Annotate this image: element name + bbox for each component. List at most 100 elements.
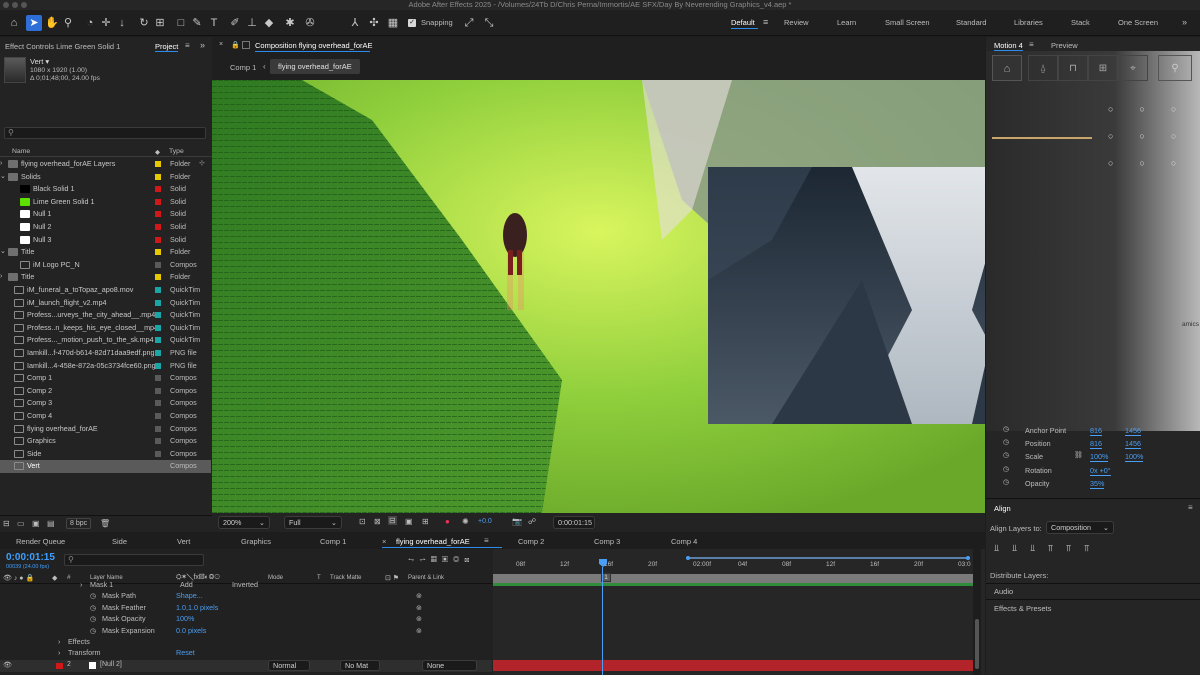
breadcrumb-current[interactable]: flying overhead_forAE <box>270 59 360 74</box>
puppet-pin-tool-icon[interactable]: ✇ <box>302 15 318 31</box>
project-item[interactable]: › Title Folder <box>0 271 211 284</box>
project-item[interactable]: ⌄ Solids Folder <box>0 171 211 184</box>
close-tab-icon[interactable]: × <box>219 41 223 48</box>
breadcrumb-comp-1[interactable]: Comp 1 <box>230 63 256 72</box>
property-row[interactable]: › Transform Reset <box>0 647 492 658</box>
property-value[interactable]: 35% <box>1090 479 1105 489</box>
project-item[interactable]: Comp 3 Compos <box>0 397 211 410</box>
property-value[interactable]: 1456 <box>1125 426 1141 436</box>
composition-viewer[interactable] <box>212 80 985 513</box>
project-item[interactable]: Profess..._motion_push_to_the_sk.mp4 Quic… <box>0 334 211 347</box>
track-matte-dropdown[interactable]: No Mat <box>340 660 380 671</box>
chevron-down-icon[interactable]: ⌄ <box>0 171 6 184</box>
work-area-bar[interactable] <box>493 574 973 583</box>
grid-icon[interactable]: ⊞ <box>1088 55 1118 81</box>
label-color-swatch[interactable] <box>155 450 161 457</box>
grid-guides-icon[interactable]: ⊞ <box>422 517 429 526</box>
workspace-one-screen[interactable]: One Screen <box>1118 18 1158 27</box>
pen-tool-icon[interactable]: ✎ <box>189 15 205 31</box>
pan-behind-tool-icon[interactable]: ⊞ <box>152 15 168 31</box>
property-value[interactable]: 100% <box>176 613 194 624</box>
timeline-tab[interactable]: Comp 3 <box>594 537 620 546</box>
timeline-tab[interactable]: Comp 1 <box>320 537 346 546</box>
parent-dropdown[interactable]: None <box>422 660 477 671</box>
hand-tool-icon[interactable]: ✋ <box>44 15 60 31</box>
label-color-swatch[interactable] <box>155 211 161 218</box>
label-color-swatch[interactable] <box>155 161 161 167</box>
project-item[interactable]: Null 2 Solid <box>0 221 211 234</box>
property-value[interactable]: Shape... <box>176 590 203 601</box>
stopwatch-icon[interactable]: ◷ <box>90 613 96 624</box>
stopwatch-icon[interactable]: ◷ <box>1003 465 1009 473</box>
timeline-tab[interactable]: flying overhead_forAE <box>396 537 470 546</box>
effects-presets-header[interactable]: Effects & Presets <box>994 604 1051 613</box>
workspace-standard[interactable]: Standard <box>956 18 986 27</box>
property-value[interactable]: 100% <box>1090 452 1109 463</box>
property-row[interactable]: ◷ Mask Path Shape... ⊚ <box>0 590 492 601</box>
panel-menu-icon[interactable]: ≡ <box>1029 40 1034 49</box>
layer-bar-null-2[interactable] <box>493 660 973 671</box>
stopwatch-icon[interactable]: ◷ <box>1003 438 1009 446</box>
workspace-learn[interactable]: Learn <box>837 18 856 27</box>
layer-name[interactable]: [Null 2] <box>100 661 122 668</box>
navigator-end-handle[interactable] <box>966 556 970 560</box>
anchor-grid[interactable]: ○○○ ○○○ ○○○ <box>1108 96 1200 177</box>
workspace-menu-icon[interactable]: ≡ <box>763 17 768 27</box>
label-color-swatch[interactable] <box>155 299 161 306</box>
snapping-checkbox[interactable]: ✓ <box>408 19 416 27</box>
panel-menu-icon[interactable]: ≡ <box>1188 503 1193 512</box>
pan-camera-icon[interactable]: ✛ <box>98 15 114 31</box>
interpret-footage-icon[interactable]: ⊟ <box>3 519 10 528</box>
flowchart-icon[interactable]: ⊹ <box>199 159 205 167</box>
navigator-range[interactable] <box>688 557 968 559</box>
property-row[interactable]: › Mask 1 Add Inverted <box>0 579 492 590</box>
label-color-swatch[interactable] <box>155 375 161 382</box>
type-tool-icon[interactable]: T <box>206 15 222 31</box>
label-color-swatch[interactable] <box>155 362 161 369</box>
snapshot-icon[interactable]: 📷 <box>512 517 522 526</box>
project-item[interactable]: Comp 2 Compos <box>0 385 211 398</box>
color-management-icon[interactable]: ✺ <box>462 517 469 526</box>
type-column-header[interactable]: Type <box>169 148 184 155</box>
label-color-swatch[interactable] <box>155 438 161 445</box>
tab-effect-controls[interactable]: Effect Controls Lime Green Solid 1 <box>5 42 120 51</box>
selection-tool-icon[interactable]: ➤ <box>26 15 42 31</box>
world-axis-icon[interactable]: ✣ <box>366 15 382 31</box>
timeline-timecode[interactable]: 0:00:01:15 <box>6 552 55 563</box>
name-column-header[interactable]: Name <box>12 148 30 155</box>
property-extra[interactable]: Inverted <box>232 579 258 590</box>
timeline-tab[interactable]: Graphics <box>241 537 271 546</box>
eraser-tool-icon[interactable]: ◆ <box>261 15 277 31</box>
stopwatch-icon[interactable]: ◷ <box>90 590 96 601</box>
project-item[interactable]: Comp 4 Compos <box>0 410 211 423</box>
minimize-window-icon[interactable] <box>12 2 18 8</box>
property-value[interactable]: 0.0 pixels <box>176 625 206 636</box>
time-ruler[interactable]: 08f 12f 16f 20f 02:00f 04f 08f 12f 16f 20f 03:0 <box>493 561 973 573</box>
property-value[interactable]: 100% <box>1125 452 1144 463</box>
fast-previews-icon[interactable]: ⊡ <box>359 517 366 526</box>
label-color-swatch[interactable] <box>155 387 161 394</box>
chevron-right-icon[interactable]: › <box>58 636 60 647</box>
project-item[interactable]: ⌄ Title Folder <box>0 246 211 259</box>
label-color-swatch[interactable] <box>155 224 161 230</box>
local-axis-icon[interactable]: ⅄ <box>347 15 363 31</box>
project-item[interactable]: Vert Compos <box>0 460 211 473</box>
expression-pickwhip-icon[interactable]: ⊚ <box>416 590 422 601</box>
timeline-search-input[interactable]: ⚲ <box>64 554 204 566</box>
project-item[interactable]: iM Logo PC_N Compos <box>0 259 211 272</box>
roto-brush-tool-icon[interactable]: ✱ <box>282 15 298 31</box>
align-buttons[interactable]: ⫫⫫⫫⫪⫪⫪ <box>994 543 1102 554</box>
label-color-swatch[interactable] <box>155 274 161 281</box>
label-color-swatch[interactable] <box>155 337 161 344</box>
chevron-right-icon[interactable]: › <box>80 579 82 590</box>
panel-menu-icon[interactable]: ≡ <box>484 536 489 545</box>
property-value[interactable]: Reset <box>176 647 195 658</box>
label-color-swatch[interactable] <box>155 312 161 319</box>
stopwatch-icon[interactable]: ◷ <box>1003 451 1009 459</box>
tab-preview[interactable]: Preview <box>1051 41 1078 50</box>
workspace-review[interactable]: Review <box>784 18 809 27</box>
trash-icon[interactable]: 🗑 <box>100 519 110 528</box>
snap-features-icon[interactable]: ⤡ <box>481 15 497 31</box>
clone-stamp-tool-icon[interactable]: ⊥ <box>244 15 260 31</box>
property-value[interactable]: 1.0,1.0 pixels <box>176 602 218 613</box>
